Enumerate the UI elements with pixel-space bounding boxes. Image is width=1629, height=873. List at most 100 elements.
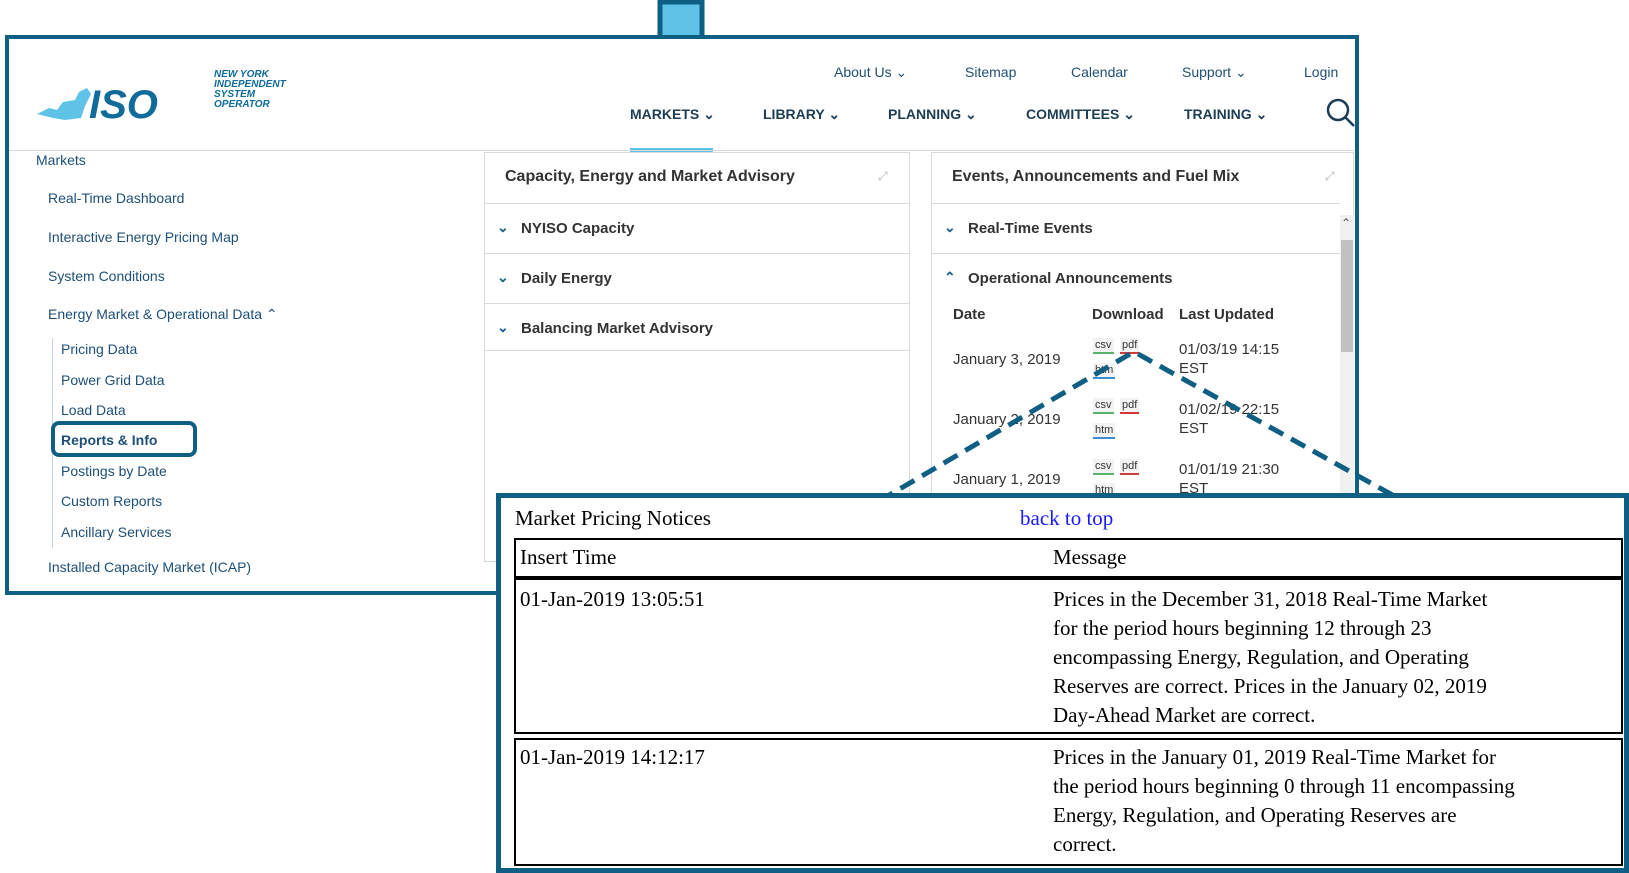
nav-sitemap[interactable]: Sitemap xyxy=(965,64,1016,80)
scrollbar-thumb[interactable] xyxy=(1341,240,1353,352)
accordion-daily-energy[interactable]: ⌄ Daily Energy xyxy=(485,253,909,301)
column-date: Date xyxy=(953,306,986,323)
reports-info-highlight xyxy=(51,421,197,457)
notices-title: Market Pricing Notices xyxy=(515,506,711,530)
table-row: 01-Jan-2019 13:05:51 Prices in the Decem… xyxy=(514,578,1623,734)
notice-message: Prices in the December 31, 2018 Real-Tim… xyxy=(1053,585,1487,730)
header-insert-time: Insert Time xyxy=(520,545,617,569)
accordion-label: Real-Time Events xyxy=(968,220,1093,237)
chevron-down-icon: ⌄ xyxy=(1255,106,1268,122)
sidebar-item-icap[interactable]: Installed Capacity Market (ICAP) xyxy=(48,559,251,575)
chevron-down-icon: ⌄ xyxy=(895,64,908,80)
accordion-operational-announcements[interactable]: ⌃ Operational Announcements xyxy=(932,253,1340,301)
notice-line: Reserves are correct. Prices in the Janu… xyxy=(1053,674,1487,698)
accordion-balancing-market[interactable]: ⌄ Balancing Market Advisory xyxy=(485,303,909,351)
header-divider xyxy=(9,150,1354,151)
nav-committees-label: COMMITTEES xyxy=(1026,106,1120,122)
csv-download-link[interactable]: csv xyxy=(1093,398,1114,414)
nav-sitemap-label: Sitemap xyxy=(965,64,1017,80)
sidebar-sub-postings-by-date[interactable]: Postings by Date xyxy=(61,463,167,479)
nav-planning-label: PLANNING xyxy=(888,106,962,122)
entry-date: January 3, 2019 xyxy=(953,351,1061,368)
pdf-download-link[interactable]: pdf xyxy=(1120,398,1140,414)
csv-download-link[interactable]: csv xyxy=(1093,338,1114,354)
chevron-up-icon: ⌃ xyxy=(265,306,278,322)
entry-updated-tz: EST xyxy=(1179,420,1209,437)
entry-date: January 2, 2019 xyxy=(953,411,1061,428)
logo-line-3: SYSTEM OPERATOR xyxy=(214,89,270,110)
nav-markets[interactable]: MARKETS ⌄ xyxy=(630,106,715,123)
notice-line: for the period hours beginning 12 throug… xyxy=(1053,616,1432,640)
nav-library[interactable]: LIBRARY ⌄ xyxy=(763,106,840,123)
sidebar-item-real-time-dashboard[interactable]: Real-Time Dashboard xyxy=(48,190,184,206)
column-download: Download xyxy=(1092,306,1164,323)
sidebar-sub-ancillary-services[interactable]: Ancillary Services xyxy=(61,524,171,540)
nav-calendar[interactable]: Calendar xyxy=(1071,64,1128,80)
chevron-down-icon: ⌄ xyxy=(497,219,509,235)
notice-line: correct. xyxy=(1053,832,1117,856)
notice-message: Prices in the January 01, 2019 Real-Time… xyxy=(1053,743,1515,859)
nav-about-us-label: About Us xyxy=(834,64,892,80)
chevron-down-icon: ⌄ xyxy=(703,106,715,122)
sidebar-item-energy-pricing-map[interactable]: Interactive Energy Pricing Map xyxy=(48,229,239,245)
nav-committees[interactable]: COMMITTEES ⌄ xyxy=(1026,106,1135,123)
csv-download-link[interactable]: csv xyxy=(1093,459,1114,475)
notice-line: Prices in the January 01, 2019 Real-Time… xyxy=(1053,745,1497,769)
entry-updated: 01/03/19 14:15 EST xyxy=(1179,340,1279,378)
logo-mark: ISO xyxy=(89,83,158,120)
logo-text: NEW YORK INDEPENDENT SYSTEM OPERATOR xyxy=(214,70,290,110)
nav-planning[interactable]: PLANNING ⌄ xyxy=(888,106,977,123)
accordion-nyiso-capacity[interactable]: ⌄ NYISO Capacity xyxy=(485,203,909,251)
entry-updated-time: 01/01/19 21:30 xyxy=(1179,461,1280,478)
sidebar-sub-pricing-data[interactable]: Pricing Data xyxy=(61,341,137,357)
nav-markets-label: MARKETS xyxy=(630,106,700,122)
nav-library-label: LIBRARY xyxy=(763,106,825,122)
sidebar-item-energy-market-data[interactable]: Energy Market & Operational Data ⌃ xyxy=(48,306,278,323)
chevron-down-icon: ⌄ xyxy=(1234,64,1247,80)
notice-line: Energy, Regulation, and Operating Reserv… xyxy=(1053,803,1457,827)
notices-header-row: Insert Time Message xyxy=(514,538,1623,578)
pdf-download-link[interactable]: pdf xyxy=(1120,459,1140,475)
column-last-updated: Last Updated xyxy=(1179,306,1275,323)
panel2-title: Events, Announcements and Fuel Mix xyxy=(952,168,1240,185)
entry-updated-time: 01/02/19 22:15 xyxy=(1179,401,1280,418)
sidebar-sub-load-data[interactable]: Load Data xyxy=(61,402,126,418)
scroll-up-arrow-icon[interactable]: ⌃ xyxy=(1341,216,1351,230)
nav-calendar-label: Calendar xyxy=(1071,64,1128,80)
nav-about-us[interactable]: About Us ⌄ xyxy=(834,64,907,81)
nav-support-label: Support xyxy=(1182,64,1232,80)
sidebar-item-system-conditions[interactable]: System Conditions xyxy=(48,268,165,284)
search-icon[interactable] xyxy=(1326,98,1356,128)
htm-download-link[interactable]: htm xyxy=(1093,363,1116,379)
notice-line: Prices in the December 31, 2018 Real-Tim… xyxy=(1053,587,1488,611)
htm-download-link[interactable]: htm xyxy=(1093,423,1116,439)
ny-state-shape-icon: ISO xyxy=(37,83,158,120)
sidebar-sub-power-grid-data[interactable]: Power Grid Data xyxy=(61,372,164,388)
accordion-label: Balancing Market Advisory xyxy=(521,320,714,337)
nav-login[interactable]: Login xyxy=(1304,64,1338,80)
nav-training[interactable]: TRAINING ⌄ xyxy=(1184,106,1267,123)
accordion-label: NYISO Capacity xyxy=(521,220,635,237)
sidebar-heading-markets[interactable]: Markets xyxy=(36,152,86,168)
chevron-down-icon: ⌄ xyxy=(497,269,509,285)
notice-time: 01-Jan-2019 13:05:51 xyxy=(520,587,705,611)
notice-line: encompassing Energy, Regulation, and Ope… xyxy=(1053,645,1469,669)
expand-icon[interactable]: ⤢ xyxy=(1325,169,1339,183)
entry-updated-time: 01/03/19 14:15 xyxy=(1179,341,1280,358)
chevron-down-icon: ⌄ xyxy=(497,319,509,335)
nyiso-logo[interactable]: ISO NEW YORK INDEPENDENT SYSTEM OPERATOR xyxy=(30,30,290,120)
nav-support[interactable]: Support ⌄ xyxy=(1182,64,1247,81)
entry-date: January 1, 2019 xyxy=(953,471,1061,488)
accordion-label: Daily Energy xyxy=(521,270,612,287)
back-to-top-link[interactable]: back to top xyxy=(1020,506,1113,531)
chevron-down-icon: ⌄ xyxy=(828,106,841,122)
pdf-download-link[interactable]: pdf xyxy=(1120,338,1140,354)
accordion-real-time-events[interactable]: ⌄ Real-Time Events xyxy=(932,203,1340,251)
sidebar-sub-custom-reports[interactable]: Custom Reports xyxy=(61,493,162,509)
chevron-down-icon: ⌄ xyxy=(965,106,977,122)
notice-line: the period hours beginning 0 through 11 … xyxy=(1053,774,1515,798)
accordion-label: Operational Announcements xyxy=(968,270,1173,287)
chevron-up-icon: ⌃ xyxy=(944,269,956,285)
notice-time: 01-Jan-2019 14:12:17 xyxy=(520,745,705,769)
expand-icon[interactable]: ⤢ xyxy=(878,169,892,183)
